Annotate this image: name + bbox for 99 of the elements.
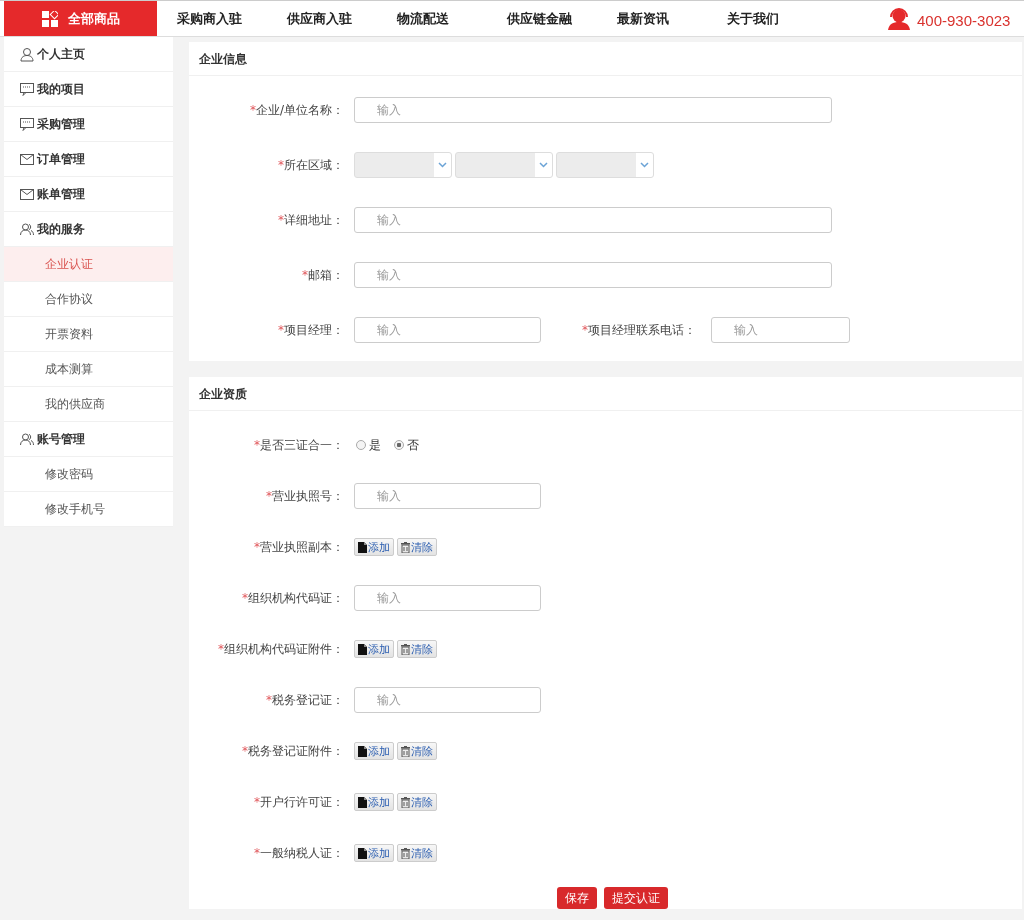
trash-icon bbox=[401, 847, 410, 859]
input-field[interactable]: 输入 bbox=[354, 483, 541, 509]
field-label: 项目经理： bbox=[284, 322, 344, 337]
clear-button[interactable]: 清除 bbox=[397, 640, 437, 658]
sidebar-item[interactable]: 账单管理 bbox=[4, 177, 173, 212]
file-icon bbox=[358, 643, 367, 655]
message-icon bbox=[20, 81, 34, 97]
field-label: 项目经理联系电话： bbox=[588, 322, 696, 337]
add-button[interactable]: 添加 bbox=[354, 640, 394, 658]
sidebar-item[interactable]: 订单管理 bbox=[4, 142, 173, 177]
users-icon bbox=[20, 221, 34, 237]
mail-icon bbox=[20, 186, 34, 202]
radio-button[interactable] bbox=[356, 440, 366, 450]
all-goods-button[interactable]: 全部商品 bbox=[4, 1, 157, 36]
save-button[interactable]: 保存 bbox=[557, 887, 597, 909]
radio-button[interactable] bbox=[394, 440, 404, 450]
users-icon bbox=[20, 431, 34, 447]
field-label: 邮箱： bbox=[308, 267, 344, 282]
trash-icon bbox=[401, 643, 410, 655]
required-mark: * bbox=[254, 845, 260, 860]
required-mark: * bbox=[278, 157, 284, 172]
sidebar-item[interactable]: 我的项目 bbox=[4, 72, 173, 107]
sidebar-subitem[interactable]: 修改密码 bbox=[4, 457, 173, 492]
required-mark: * bbox=[254, 437, 260, 452]
required-mark: * bbox=[254, 539, 260, 554]
phone-number: 400-930-3023 bbox=[917, 11, 1011, 29]
required-mark: * bbox=[266, 692, 272, 707]
field-label: 税务登记证： bbox=[272, 692, 344, 707]
message-icon bbox=[20, 116, 34, 132]
required-mark: * bbox=[302, 267, 308, 282]
required-mark: * bbox=[218, 641, 224, 656]
add-button[interactable]: 添加 bbox=[354, 538, 394, 556]
required-mark: * bbox=[242, 743, 248, 758]
clear-button[interactable]: 清除 bbox=[397, 742, 437, 760]
nav-link[interactable]: 供应商入驻 bbox=[287, 9, 377, 28]
radio-label: 是 bbox=[369, 436, 381, 454]
mail-icon bbox=[20, 151, 34, 167]
trash-icon bbox=[401, 745, 410, 757]
required-mark: * bbox=[582, 322, 588, 337]
section-title: 企业信息 bbox=[189, 42, 1022, 76]
nav-link[interactable]: 物流配送 bbox=[397, 9, 487, 28]
field-label: 一般纳税人证： bbox=[260, 845, 344, 860]
sidebar-subitem[interactable]: 企业认证 bbox=[4, 247, 173, 282]
required-mark: * bbox=[278, 322, 284, 337]
file-icon bbox=[358, 796, 367, 808]
field-label: 详细地址： bbox=[284, 212, 344, 227]
chevron-down-icon bbox=[640, 162, 649, 168]
required-mark: * bbox=[242, 590, 248, 605]
add-button[interactable]: 添加 bbox=[354, 844, 394, 862]
field-label: 开户行许可证： bbox=[260, 794, 344, 809]
clear-button[interactable]: 清除 bbox=[397, 793, 437, 811]
field-label: 组织机构代码证： bbox=[248, 590, 344, 605]
submit-button[interactable]: 提交认证 bbox=[604, 887, 668, 909]
grid-icon bbox=[41, 10, 58, 27]
field-label: 营业执照号： bbox=[272, 488, 344, 503]
required-mark: * bbox=[254, 794, 260, 809]
user-icon bbox=[20, 46, 34, 62]
headset-icon bbox=[887, 7, 911, 30]
file-icon bbox=[358, 847, 367, 859]
add-button[interactable]: 添加 bbox=[354, 742, 394, 760]
sidebar-subitem[interactable]: 成本测算 bbox=[4, 352, 173, 387]
required-mark: * bbox=[249, 102, 256, 117]
chevron-down-icon bbox=[539, 162, 548, 168]
radio-label: 否 bbox=[407, 436, 419, 454]
sidebar-item[interactable]: 采购管理 bbox=[4, 107, 173, 142]
sidebar-item[interactable]: 个人主页 bbox=[4, 37, 173, 72]
field-label: 企业/单位名称： bbox=[255, 102, 344, 117]
input-field[interactable]: 输入 bbox=[354, 317, 541, 343]
sidebar-subitem[interactable]: 开票资料 bbox=[4, 317, 173, 352]
nav-link[interactable]: 采购商入驻 bbox=[177, 9, 267, 28]
sidebar-subitem[interactable]: 我的供应商 bbox=[4, 387, 173, 422]
input-field[interactable]: 输入 bbox=[354, 687, 541, 713]
sidebar-subitem[interactable]: 合作协议 bbox=[4, 282, 173, 317]
section-title: 企业资质 bbox=[189, 377, 1022, 411]
file-icon bbox=[358, 541, 367, 553]
clear-button[interactable]: 清除 bbox=[397, 844, 437, 862]
file-icon bbox=[358, 745, 367, 757]
sidebar-subitem[interactable]: 修改手机号 bbox=[4, 492, 173, 527]
field-label: 税务登记证附件： bbox=[248, 743, 344, 758]
trash-icon bbox=[401, 796, 410, 808]
nav-link[interactable]: 关于我们 bbox=[727, 9, 817, 28]
field-label: 营业执照副本： bbox=[260, 539, 344, 554]
input-field[interactable]: 输入 bbox=[354, 585, 541, 611]
field-label: 组织机构代码证附件： bbox=[224, 641, 344, 656]
nav-link[interactable]: 供应链金融 bbox=[507, 9, 597, 28]
input-field[interactable]: 输入 bbox=[354, 262, 832, 288]
input-field[interactable]: 输入 bbox=[354, 97, 832, 123]
input-field[interactable]: 输入 bbox=[354, 207, 832, 233]
input-field[interactable]: 输入 bbox=[711, 317, 850, 343]
add-button[interactable]: 添加 bbox=[354, 793, 394, 811]
required-mark: * bbox=[278, 212, 284, 227]
field-label: 所在区域： bbox=[284, 157, 344, 172]
trash-icon bbox=[401, 541, 410, 553]
required-mark: * bbox=[266, 488, 272, 503]
chevron-down-icon bbox=[438, 162, 447, 168]
field-label: 是否三证合一： bbox=[260, 437, 344, 452]
sidebar-item[interactable]: 账号管理 bbox=[4, 422, 173, 457]
nav-link[interactable]: 最新资讯 bbox=[617, 9, 707, 28]
clear-button[interactable]: 清除 bbox=[397, 538, 437, 556]
